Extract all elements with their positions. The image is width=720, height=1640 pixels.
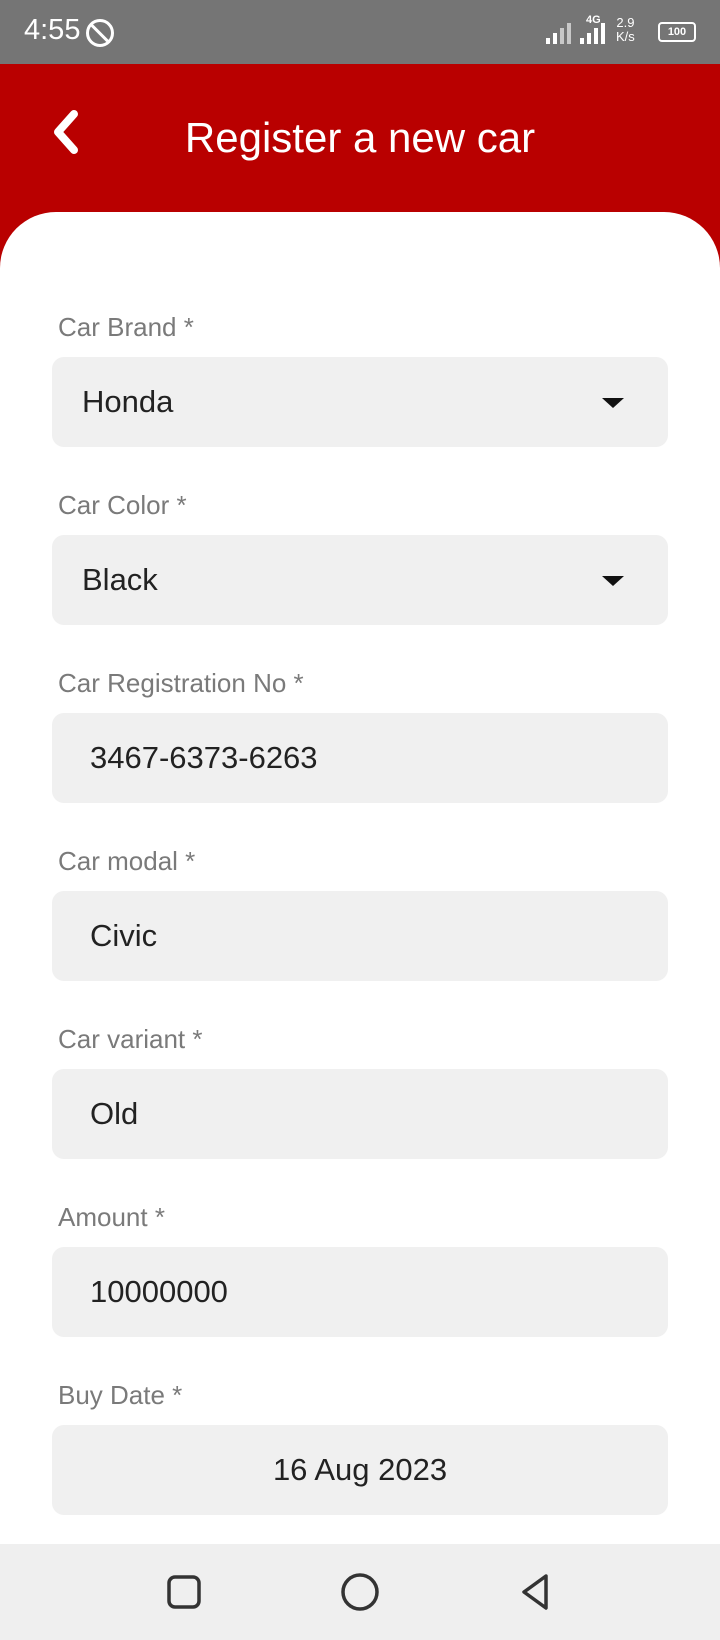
network-speed-unit: K/s: [616, 29, 635, 44]
status-time: 4:55: [24, 14, 81, 46]
recents-square-icon: [167, 1575, 201, 1609]
car-model-label: Car modal *: [58, 846, 196, 876]
car-color-value: Black: [82, 562, 158, 597]
car-registration-value: 3467-6373-6263: [90, 740, 318, 775]
network-speed: 2.9 K/s: [616, 16, 635, 44]
car-brand-dropdown[interactable]: Honda: [52, 357, 668, 447]
dropdown-arrow-icon: [602, 398, 624, 408]
amount-label: Amount *: [58, 1202, 165, 1232]
buy-date-label: Buy Date *: [58, 1380, 183, 1410]
battery-icon: 100: [658, 22, 696, 42]
car-registration-label: Car Registration No *: [58, 668, 304, 698]
system-back-button[interactable]: [514, 1570, 558, 1614]
car-brand-value: Honda: [82, 384, 174, 419]
car-color-dropdown[interactable]: Black: [52, 535, 668, 625]
home-circle-icon: [341, 1573, 379, 1611]
network-speed-value: 2.9: [616, 15, 635, 30]
status-bar: 4:55 4G 2.9 K/s 100: [0, 0, 720, 64]
system-navigation-bar: [0, 1544, 720, 1640]
car-color-label: Car Color *: [58, 490, 187, 520]
dropdown-arrow-icon: [602, 576, 624, 586]
form-card: Car Brand * Honda Car Color * Black Car …: [0, 212, 720, 1544]
car-variant-value: Old: [90, 1096, 139, 1131]
back-triangle-icon: [522, 1574, 548, 1610]
amount-value: 10000000: [90, 1274, 228, 1309]
sync-icon: [86, 19, 114, 47]
recents-button[interactable]: [162, 1570, 206, 1614]
car-registration-input[interactable]: 3467-6373-6263: [52, 713, 668, 803]
status-indicators: 4G 2.9 K/s 100: [546, 14, 696, 50]
car-model-value: Civic: [90, 918, 158, 953]
network-type: 4G: [586, 14, 601, 26]
car-brand-label: Car Brand *: [58, 312, 194, 342]
buy-date-value: 16 Aug 2023: [272, 1452, 448, 1487]
page-title: Register a new car: [184, 114, 536, 161]
car-model-input[interactable]: Civic: [52, 891, 668, 981]
car-variant-input[interactable]: Old: [52, 1069, 668, 1159]
home-button[interactable]: [338, 1570, 382, 1614]
amount-input[interactable]: 10000000: [52, 1247, 668, 1337]
buy-date-picker[interactable]: 16 Aug 2023: [52, 1425, 668, 1515]
car-variant-label: Car variant *: [58, 1024, 203, 1054]
